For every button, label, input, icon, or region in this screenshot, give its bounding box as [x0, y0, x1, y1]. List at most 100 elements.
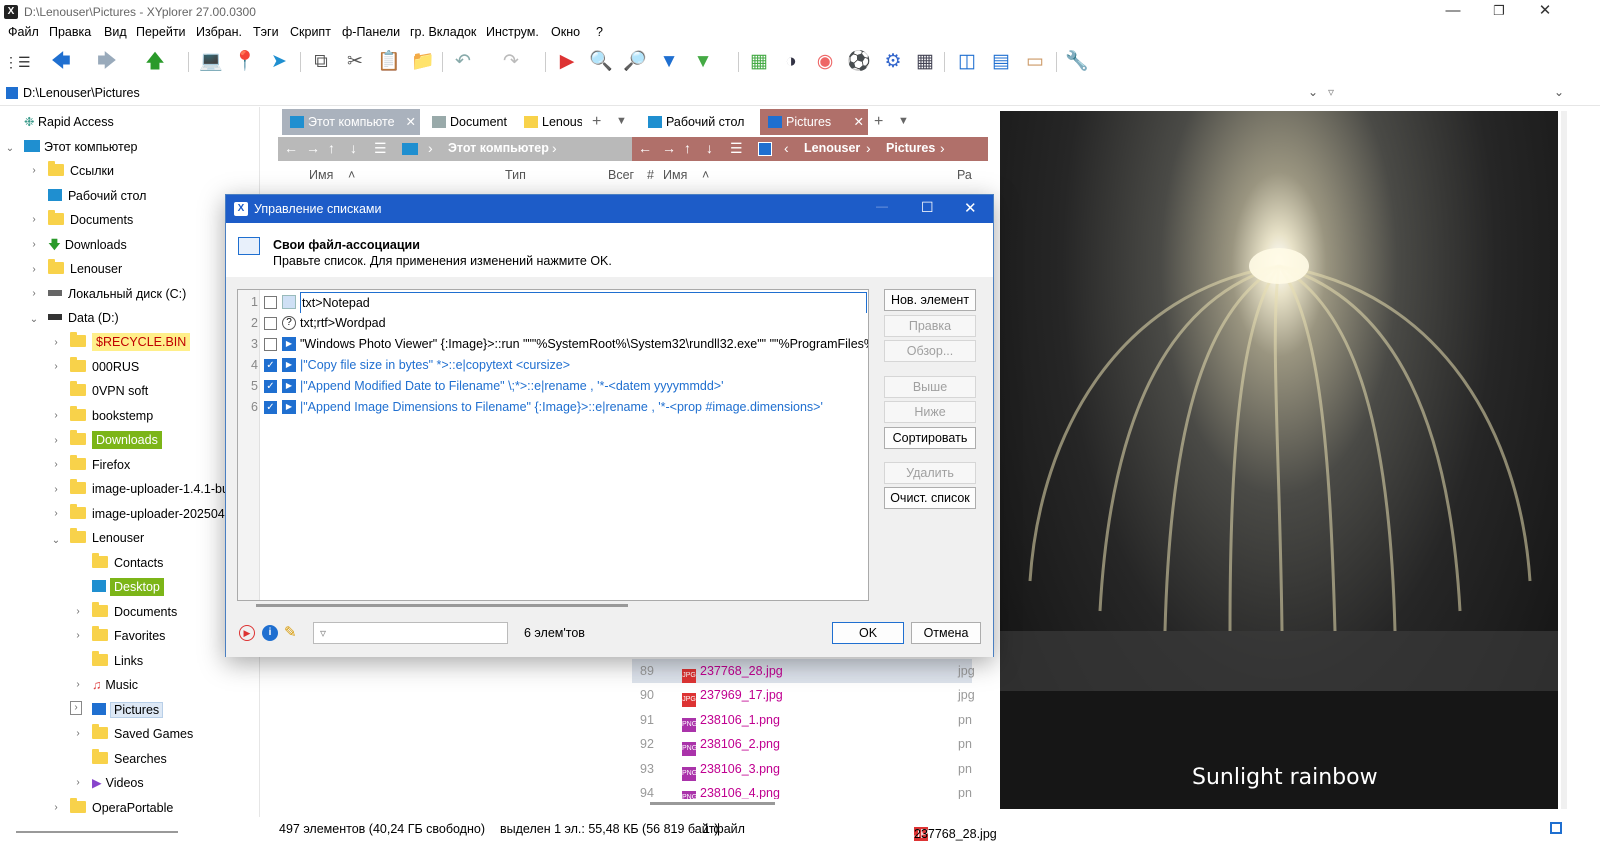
- down-icon[interactable]: ↓: [350, 140, 357, 156]
- column-number[interactable]: #: [647, 168, 654, 182]
- chevron-right-icon[interactable]: ›: [50, 435, 62, 446]
- filter-icon[interactable]: ▼: [656, 50, 682, 74]
- visual-filter-icon[interactable]: ▼: [690, 50, 716, 74]
- chevron-right-icon[interactable]: ›: [50, 361, 62, 372]
- edit-button[interactable]: Правка: [884, 315, 976, 337]
- run-icon[interactable]: ▶: [239, 625, 255, 641]
- tree-item-desktop[interactable]: Рабочий стол: [48, 185, 146, 207]
- tree-item-firefox[interactable]: Firefox: [70, 454, 130, 476]
- tab-this-pc[interactable]: Этот компьюте ✕: [282, 109, 420, 135]
- column-name[interactable]: Имя: [309, 168, 333, 182]
- tree-item-videos[interactable]: ▶ Videos: [92, 772, 144, 794]
- chevron-right-icon[interactable]: ›: [28, 214, 40, 225]
- list-item[interactable]: 94 PNG 238106_4.png pn: [632, 781, 972, 799]
- move-down-button[interactable]: Ниже: [884, 401, 976, 423]
- tree-item-favorites[interactable]: Favorites: [92, 625, 165, 647]
- chevron-right-icon[interactable]: ›: [552, 140, 557, 156]
- chevron-right-icon[interactable]: ›: [866, 140, 871, 156]
- filter-icon[interactable]: ▿: [1328, 85, 1334, 99]
- tree-item-contacts[interactable]: Contacts: [92, 552, 163, 574]
- settings-icon[interactable]: ⚙: [880, 50, 906, 74]
- chevron-right-icon[interactable]: ›: [50, 508, 62, 519]
- chevron-right-icon[interactable]: ›: [50, 459, 62, 470]
- tree-item-0vpn[interactable]: 0VPN soft: [70, 380, 148, 402]
- tree-item-desktop-d[interactable]: Desktop: [92, 576, 164, 598]
- address-bar[interactable]: D:\Lenouser\Pictures ⌄ ▿ ⌄: [0, 82, 1600, 106]
- chevron-down-icon[interactable]: ⌄: [1308, 85, 1318, 99]
- horizontal-scrollbar[interactable]: [650, 802, 775, 805]
- tree-item-recycle[interactable]: $RECYCLE.BIN: [70, 331, 191, 353]
- clear-list-button[interactable]: Очист. список: [884, 487, 976, 509]
- address-path[interactable]: D:\Lenouser\Pictures: [23, 86, 140, 100]
- chevron-right-icon[interactable]: ›: [28, 239, 40, 250]
- menu-icon[interactable]: ☰: [730, 140, 743, 157]
- layout-icon[interactable]: ▤: [988, 50, 1014, 74]
- list-item[interactable]: 93 PNG 238106_3.png pn: [632, 757, 972, 781]
- chevron-right-icon[interactable]: ›: [28, 165, 40, 176]
- tree-item-local-c[interactable]: Локальный диск (C:): [48, 283, 186, 305]
- tree-item-uploader-2[interactable]: image-uploader-20250408: [70, 503, 239, 525]
- maximize-button[interactable]: ❐: [1476, 0, 1522, 24]
- delete-button[interactable]: Удалить: [884, 462, 976, 484]
- tree-item-saved-games[interactable]: Saved Games: [92, 723, 193, 745]
- tree-item-searches[interactable]: Searches: [92, 748, 167, 770]
- tree-icon[interactable]: ▦: [746, 50, 772, 74]
- chevron-right-icon[interactable]: ›: [50, 410, 62, 421]
- chevron-left-icon[interactable]: ‹: [784, 140, 789, 156]
- chevron-down-icon[interactable]: ▼: [898, 115, 909, 127]
- checkbox[interactable]: ✓: [264, 359, 277, 372]
- list-item[interactable]: 3 ▶ "Windows Photo Viewer" {:Image}>::run …: [238, 334, 868, 355]
- chevron-right-icon[interactable]: ›: [28, 264, 40, 275]
- tree-item-rapid-access[interactable]: ❉ Rapid Access: [24, 111, 114, 133]
- forward-icon[interactable]: →: [306, 140, 320, 156]
- undo-icon[interactable]: ↶: [450, 50, 476, 74]
- chevron-right-icon[interactable]: ›: [50, 484, 62, 495]
- tree-item-lenouser[interactable]: Lenouser: [48, 258, 122, 280]
- menu-view[interactable]: Вид: [104, 25, 127, 39]
- column-all[interactable]: Всег: [608, 168, 634, 182]
- chevron-right-icon[interactable]: ›: [940, 140, 945, 156]
- cancel-button[interactable]: Отмена: [911, 622, 981, 644]
- up-icon[interactable]: 🡅: [142, 50, 168, 74]
- move-up-button[interactable]: Выше: [884, 376, 976, 398]
- cut-icon[interactable]: ✂: [342, 50, 368, 74]
- breadcrumb-this-pc[interactable]: Этот компьютер: [448, 141, 549, 155]
- tools-icon[interactable]: 🔧: [1064, 50, 1090, 74]
- menu-tags[interactable]: Тэги: [253, 25, 279, 39]
- tab-desktop[interactable]: Рабочий стол: [640, 109, 760, 135]
- browse-button[interactable]: Обзор...: [884, 340, 976, 362]
- close-tab-icon[interactable]: ✕: [406, 109, 416, 135]
- info-icon[interactable]: i: [262, 625, 278, 641]
- vertical-scrollbar[interactable]: [1561, 111, 1567, 809]
- chevron-down-icon[interactable]: ⌄: [1554, 85, 1564, 99]
- tree-item-bookstemp[interactable]: bookstemp: [70, 405, 153, 427]
- column-size[interactable]: Ра: [957, 168, 972, 182]
- color-filter-icon[interactable]: ◉: [812, 50, 838, 74]
- menu-tools[interactable]: Инструм.: [486, 25, 539, 39]
- new-folder-icon[interactable]: 📁: [410, 50, 436, 74]
- checkbox[interactable]: [264, 296, 277, 309]
- run-icon[interactable]: ▶: [554, 50, 580, 74]
- toolbar-grip-icon[interactable]: ⋮☰: [4, 50, 31, 74]
- close-button[interactable]: ✕: [964, 199, 977, 217]
- tree-item-links[interactable]: Ссылки: [48, 160, 114, 182]
- chevron-right-icon[interactable]: ›: [50, 802, 62, 813]
- menu-icon[interactable]: ☰: [374, 140, 387, 157]
- list-item[interactable]: 1 txt>Notepad: [238, 292, 868, 313]
- tree-item-data-d[interactable]: Data (D:): [48, 307, 119, 329]
- list-item[interactable]: 6 ✓ ▶ |"Append Image Dimensions to Filename…: [238, 397, 868, 418]
- tree-item-downloads[interactable]: 🡇 Downloads: [48, 234, 127, 256]
- computer-icon[interactable]: 💻: [198, 50, 224, 74]
- ok-button[interactable]: OK: [832, 622, 904, 644]
- minimize-button[interactable]: —: [1430, 0, 1476, 24]
- search-icon[interactable]: 🔍: [588, 50, 614, 74]
- tree-item-uploader-1[interactable]: image-uploader-1.4.1-bui: [70, 478, 232, 500]
- checkbox[interactable]: [264, 317, 277, 330]
- dark-mode-icon[interactable]: ◑: [778, 50, 804, 74]
- tab-documents[interactable]: Document: [424, 109, 514, 135]
- resize-grip-icon[interactable]: [1550, 822, 1562, 834]
- back-icon[interactable]: ←: [638, 140, 652, 156]
- filter-input[interactable]: ▿: [313, 622, 508, 644]
- chevron-right-icon[interactable]: ›: [50, 337, 62, 348]
- chevron-right-icon[interactable]: ›: [428, 140, 433, 156]
